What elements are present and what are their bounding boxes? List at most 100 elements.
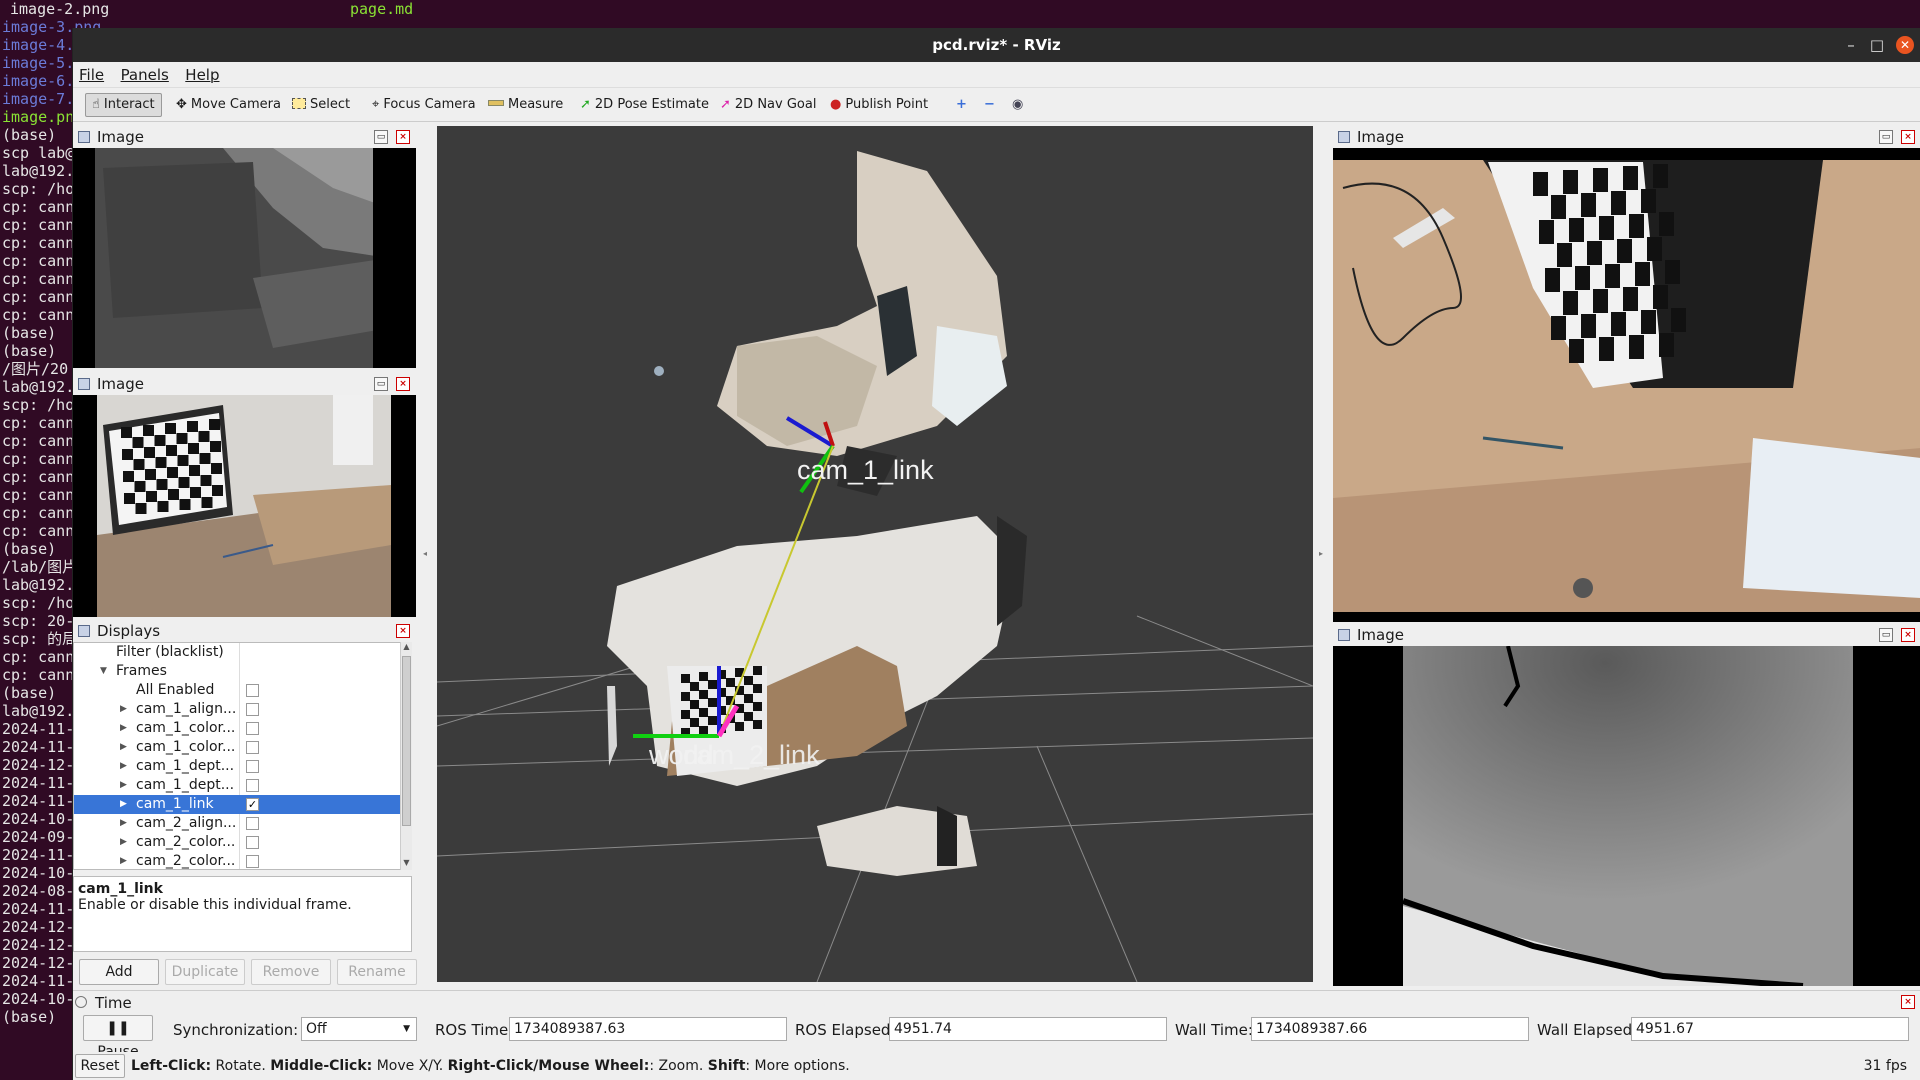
- expanded-arrow-icon[interactable]: ▼: [100, 662, 107, 681]
- select-tool[interactable]: Select: [285, 93, 357, 117]
- scroll-thumb[interactable]: [402, 656, 411, 826]
- right-splitter-handle[interactable]: ▸: [1316, 126, 1326, 982]
- menu-panels[interactable]: Panels: [115, 62, 175, 88]
- collapsed-arrow-icon[interactable]: ▶: [120, 852, 127, 869]
- tree-row-frame[interactable]: ▶ cam_2_color...: [74, 852, 402, 869]
- menu-file[interactable]: File: [73, 62, 110, 88]
- pose-estimate-tool[interactable]: ➚ 2D Pose Estimate: [573, 93, 716, 117]
- wall-time-field[interactable]: 1734089387.66: [1251, 1017, 1529, 1041]
- panel-close-icon[interactable]: ×: [1901, 995, 1915, 1009]
- pause-button[interactable]: ❚❚ Pause: [83, 1015, 153, 1060]
- scroll-down-icon[interactable]: ▼: [401, 858, 412, 870]
- tree-scrollbar[interactable]: ▲ ▼: [400, 642, 412, 870]
- duplicate-button[interactable]: Duplicate: [165, 959, 245, 985]
- tree-row-frame[interactable]: ▶ cam_1_align...: [74, 700, 402, 719]
- frame-checkbox[interactable]: [246, 722, 259, 735]
- 3d-scene[interactable]: cam_1_link world cam_2_link: [437, 126, 1313, 982]
- frame-checkbox[interactable]: [246, 703, 259, 716]
- frame-checkbox[interactable]: [246, 855, 259, 868]
- terminal-line: cp: cann: [2, 648, 75, 666]
- move-camera-tool[interactable]: ✥ Move Camera: [169, 93, 288, 117]
- frame-checkbox[interactable]: ✓: [246, 798, 259, 811]
- reset-button[interactable]: Reset: [75, 1054, 125, 1078]
- camera-type-icon[interactable]: ◉: [1005, 93, 1030, 117]
- scroll-up-icon[interactable]: ▲: [401, 642, 412, 654]
- tree-row-frames[interactable]: ▼ Frames: [74, 662, 402, 681]
- frame-checkbox[interactable]: [246, 817, 259, 830]
- move-icon: ✥: [176, 97, 187, 112]
- minimize-icon[interactable]: –: [1842, 36, 1860, 54]
- all-enabled-checkbox[interactable]: [246, 684, 259, 697]
- tree-row-all-enabled[interactable]: All Enabled: [74, 681, 402, 700]
- collapsed-arrow-icon[interactable]: ▶: [120, 738, 127, 757]
- frame-checkbox[interactable]: [246, 836, 259, 849]
- ros-elapsed-field[interactable]: 4951.74: [889, 1017, 1167, 1041]
- remove-button[interactable]: Remove: [251, 959, 331, 985]
- panel-close-icon[interactable]: ×: [1901, 628, 1915, 642]
- collapsed-arrow-icon[interactable]: ▶: [120, 719, 127, 738]
- terminal-line: cp: cann: [2, 450, 75, 468]
- undock-icon[interactable]: ▭: [1879, 130, 1893, 144]
- panel-close-icon[interactable]: ×: [396, 624, 410, 638]
- help-key: Right-Click/Mouse Wheel:: [447, 1058, 650, 1074]
- tree-row-frame[interactable]: ▶ cam_1_color...: [74, 738, 402, 757]
- color-image-view: [73, 395, 416, 617]
- collapsed-arrow-icon[interactable]: ▶: [120, 757, 127, 776]
- tree-row-frame[interactable]: ▶ cam_1_dept...: [74, 757, 402, 776]
- interact-tool[interactable]: ☝ Interact: [85, 93, 162, 117]
- add-tool-icon[interactable]: +: [949, 93, 974, 117]
- remove-tool-icon[interactable]: −: [977, 93, 1002, 117]
- 3d-viewport[interactable]: cam_1_link world cam_2_link: [437, 126, 1313, 982]
- measure-tool[interactable]: Measure: [481, 93, 570, 117]
- undock-icon[interactable]: ▭: [1879, 628, 1893, 642]
- undock-icon[interactable]: ▭: [374, 377, 388, 391]
- rename-button[interactable]: Rename: [337, 959, 417, 985]
- focus-camera-tool[interactable]: ⌖ Focus Camera: [365, 93, 483, 117]
- close-icon[interactable]: ✕: [1896, 36, 1914, 54]
- sync-select[interactable]: Off ▼: [301, 1017, 417, 1041]
- tree-row-frame[interactable]: ▶ cam_2_align...: [74, 814, 402, 833]
- nav-goal-tool[interactable]: ➚ 2D Nav Goal: [713, 93, 823, 117]
- menu-help[interactable]: Help: [179, 62, 225, 88]
- collapsed-arrow-icon[interactable]: ▶: [120, 833, 127, 852]
- ros-time-field[interactable]: 1734089387.63: [509, 1017, 787, 1041]
- checker-square: [144, 447, 155, 458]
- depth-image-view: [73, 148, 416, 368]
- tree-row-frame[interactable]: ▶ cam_2_color...: [74, 833, 402, 852]
- undock-icon[interactable]: ▭: [374, 130, 388, 144]
- maximize-icon[interactable]: □: [1868, 36, 1886, 54]
- wall-elapsed-field[interactable]: 4951.67: [1631, 1017, 1909, 1041]
- panel-close-icon[interactable]: ×: [396, 377, 410, 391]
- panel-header: Image ▭ ×: [73, 373, 416, 395]
- frame-label: cam_1_color...: [136, 739, 236, 755]
- depth-image-view-right: [1333, 646, 1920, 986]
- panel-close-icon[interactable]: ×: [1901, 130, 1915, 144]
- terminal-line: 2024-10-: [2, 990, 75, 1008]
- depth-image: [73, 148, 416, 368]
- terminal-line: cp: cann: [2, 252, 75, 270]
- frame-checkbox[interactable]: [246, 741, 259, 754]
- terminal-line: 2024-12-: [2, 756, 75, 774]
- publish-point-tool[interactable]: ● Publish Point: [823, 93, 935, 117]
- frame-checkbox[interactable]: [246, 760, 259, 773]
- tree-row-filter[interactable]: Filter (blacklist): [74, 643, 402, 662]
- collapsed-arrow-icon[interactable]: ▶: [120, 814, 127, 833]
- checker-square: [166, 445, 177, 456]
- frame-checkbox[interactable]: [246, 779, 259, 792]
- left-splitter-handle[interactable]: ◂: [422, 126, 428, 982]
- checker-square: [134, 481, 146, 492]
- checker-square: [1557, 243, 1572, 267]
- collapsed-arrow-icon[interactable]: ▶: [120, 700, 127, 719]
- tree-row-frame[interactable]: ▶ cam_1_dept...: [74, 776, 402, 795]
- collapsed-arrow-icon[interactable]: ▶: [120, 795, 127, 814]
- terminal-line: scp: 的局: [2, 630, 78, 648]
- panel-close-icon[interactable]: ×: [396, 130, 410, 144]
- add-button[interactable]: Add: [79, 959, 159, 985]
- collapsed-arrow-icon[interactable]: ▶: [120, 776, 127, 795]
- checker-square: [176, 433, 188, 444]
- frame-label: cam_2_color...: [136, 853, 236, 869]
- tree-row-frame[interactable]: ▶ cam_1_link ✓: [74, 795, 402, 814]
- tree-row-frame[interactable]: ▶ cam_1_color...: [74, 719, 402, 738]
- image-icon: [78, 378, 90, 390]
- checker-square: [133, 459, 145, 470]
